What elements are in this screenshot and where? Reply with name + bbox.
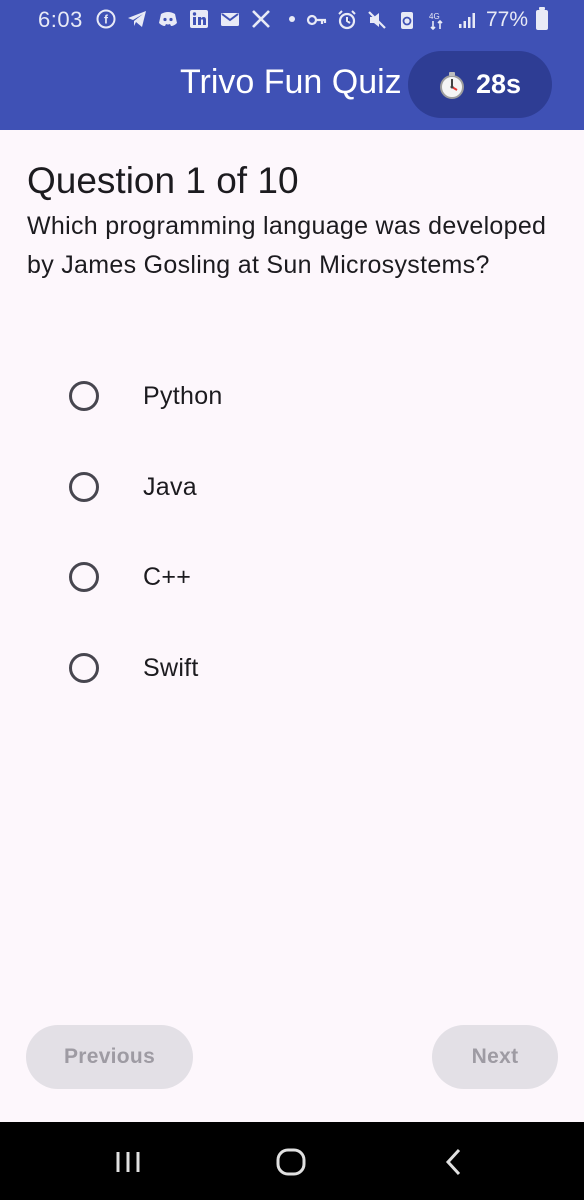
facebook-icon: f [95, 8, 117, 30]
previous-button[interactable]: Previous [26, 1025, 193, 1089]
option-java[interactable]: Java [40, 447, 540, 527]
x-icon [250, 8, 272, 30]
option-cpp[interactable]: C++ [40, 537, 540, 617]
mute-icon [366, 9, 388, 31]
question-counter: Question 1 of 10 [27, 160, 299, 201]
linkedin-icon [188, 8, 210, 30]
key-icon [306, 9, 328, 31]
mail-icon [219, 8, 241, 30]
option-swift[interactable]: Swift [40, 628, 540, 708]
option-label: C++ [143, 562, 192, 591]
option-python[interactable]: Python [40, 356, 540, 436]
data-transfer-icon: 4G [426, 9, 448, 31]
app-title: Trivo Fun Quiz [180, 63, 402, 101]
alarm-icon [336, 9, 358, 31]
option-label: Swift [143, 653, 199, 682]
option-label: Java [143, 472, 198, 501]
stopwatch-icon [436, 69, 468, 101]
timer-chip: 28s [408, 51, 552, 118]
timer-value: 28s [476, 69, 522, 99]
svg-text:4G: 4G [429, 12, 440, 21]
battery-icon [536, 7, 548, 30]
signal-icon [456, 9, 478, 31]
svg-text:f: f [104, 13, 109, 27]
discord-icon [157, 8, 179, 30]
system-nav-bar [0, 1122, 584, 1200]
back-icon[interactable] [434, 1142, 474, 1182]
recent-apps-icon[interactable] [108, 1142, 148, 1182]
battery-percent: 77% [485, 8, 528, 31]
radio-button[interactable] [69, 472, 99, 502]
next-button[interactable]: Next [432, 1025, 558, 1089]
system-icons: 4G 77% [306, 7, 548, 32]
telegram-icon [126, 8, 148, 30]
home-icon[interactable] [271, 1142, 311, 1182]
notification-icons: f [95, 8, 303, 30]
app-header: 6:03 f 4G 77% Trivo Fun Quiz 28s [0, 0, 584, 130]
radio-button[interactable] [69, 653, 99, 683]
option-label: Python [143, 381, 223, 410]
status-bar: 6:03 f 4G 77% [0, 0, 584, 40]
question-text: Which programming language was developed… [27, 212, 547, 279]
data-saver-icon [396, 9, 418, 31]
radio-button[interactable] [69, 381, 99, 411]
status-time: 6:03 [38, 7, 83, 32]
quiz-screen: 6:03 f 4G 77% Trivo Fun Quiz 28s Questio… [0, 0, 584, 1200]
radio-button[interactable] [69, 562, 99, 592]
dot-icon [281, 8, 303, 30]
